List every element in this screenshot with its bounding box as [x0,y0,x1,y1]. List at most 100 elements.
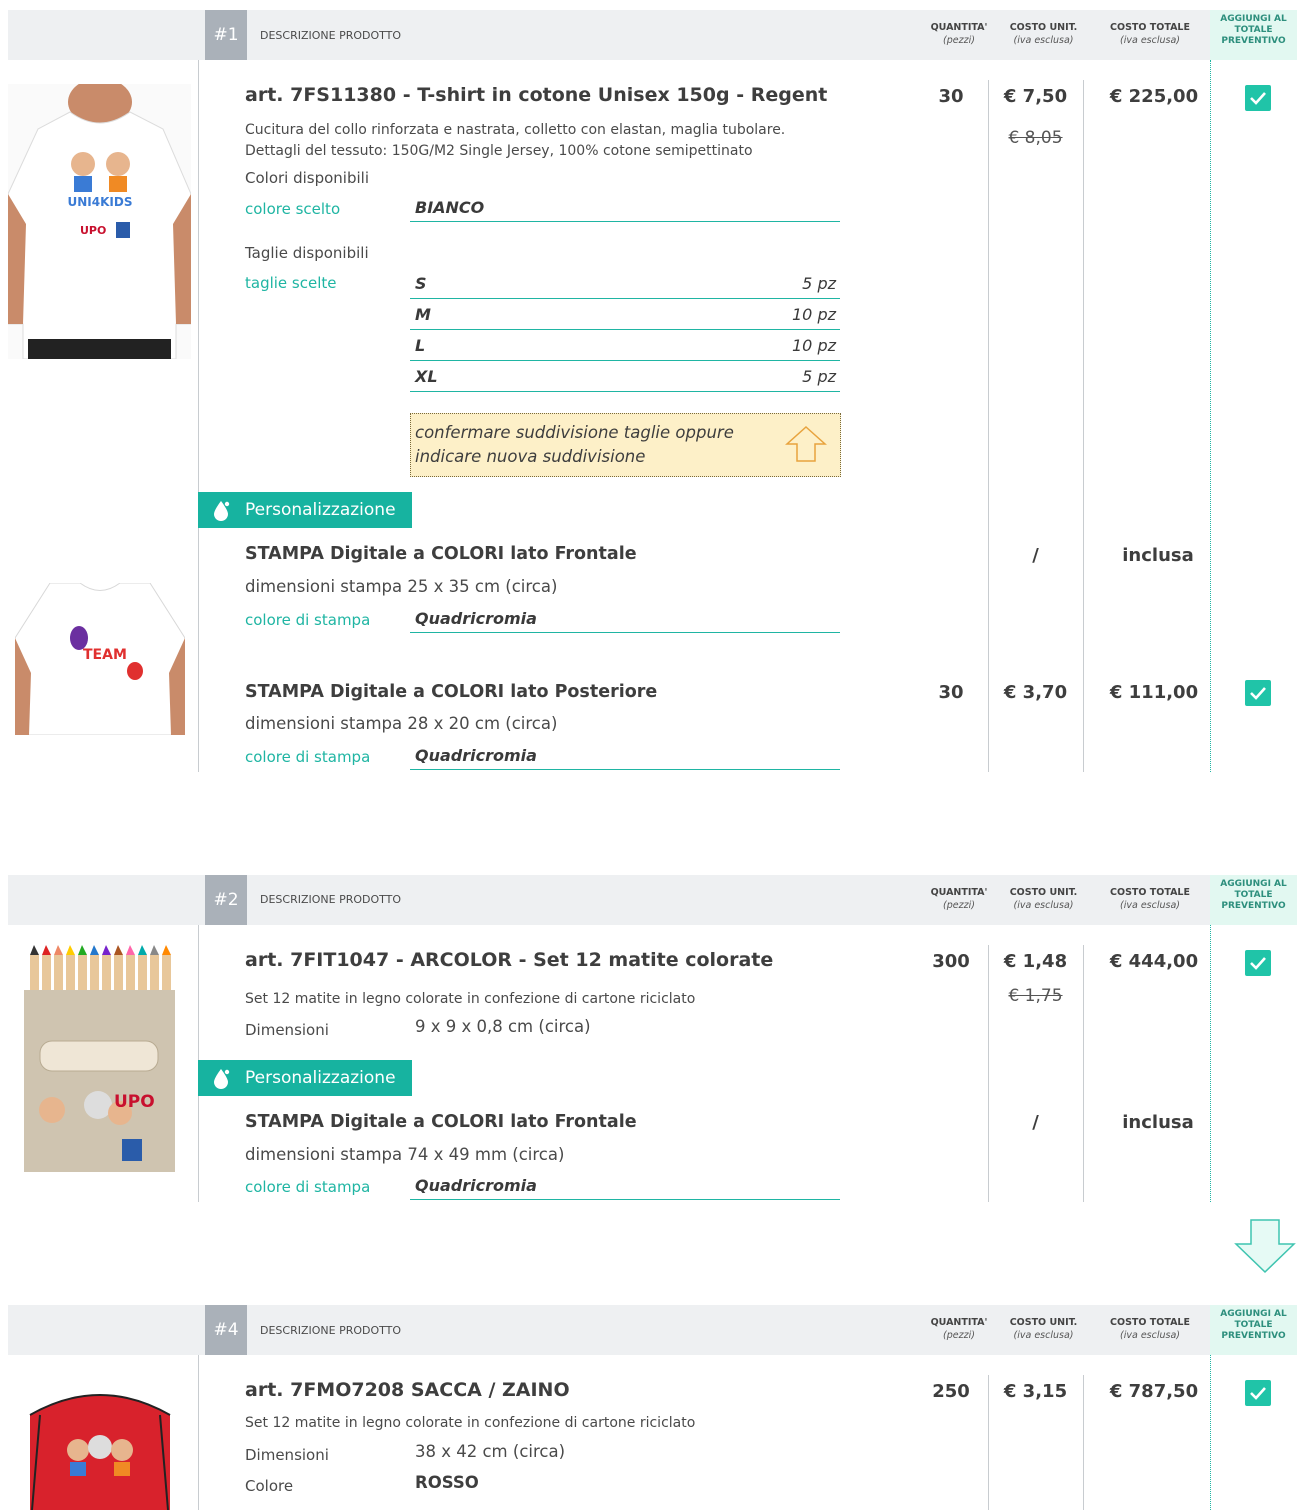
size-row[interactable]: L 10 pz [410,330,840,361]
dimensions-value: 9 x 9 x 0,8 cm (circa) [415,1017,591,1036]
product-description: Cucitura del collo rinforzata e nastrata… [245,122,786,138]
print-color-field[interactable]: Quadricromia [410,609,840,633]
print-dimensions: dimensioni stampa 25 x 35 cm (circa) [245,577,558,596]
product-title: art. 7FMO7208 SACCA / ZAINO [245,1379,570,1401]
quantity-value: 300 [932,951,970,972]
print-title: STAMPA Digitale a COLORI lato Frontale [245,544,637,564]
total-cost-value: € 787,50 [1109,1381,1199,1402]
quantity-value: 250 [932,1381,970,1402]
print-quantity: 30 [938,682,964,703]
header-add-to-quote: AGGIUNGI AL TOTALE PREVENTIVO [1210,1305,1297,1355]
product-number: #1 [205,10,247,60]
color-label: Colore [245,1477,294,1495]
product-1-header: #1 DESCRIZIONE PRODOTTO QUANTITA' (pezzi)… [8,10,1238,60]
divider [988,945,989,1202]
svg-text:UNI4KIDS: UNI4KIDS [68,195,133,209]
add-to-quote-checkbox[interactable] [1245,950,1271,976]
product-description: Dettagli del tessuto: 150G/M2 Single Jer… [245,143,753,159]
header-quantity: QUANTITA' (pezzi) [930,887,988,911]
add-to-quote-checkbox[interactable] [1245,680,1271,706]
header-unit-cost: COSTO UNIT. (iva esclusa) [1009,1317,1078,1341]
size-row[interactable]: S5 pz [410,268,840,299]
dimensions-label: Dimensioni [245,1446,329,1464]
divider [988,80,989,772]
svg-text:UPO: UPO [80,224,106,237]
header-total-cost: COSTO TOTALE (iva esclusa) [1110,887,1190,911]
chosen-color-label: colore scelto [245,200,341,218]
header-quantity: QUANTITA' (pezzi) [930,1317,988,1341]
drop-icon [214,501,230,521]
product-description: Set 12 matite in legno colorate in confe… [245,1415,696,1431]
product-title: art. 7FIT1047 - ARCOLOR - Set 12 matite … [245,949,774,971]
tshirt-back-image: TEAM [15,583,185,735]
unit-cost-value: € 1,48 [1003,951,1068,972]
print-unit-cost: / [1032,545,1039,566]
arrow-down-icon[interactable] [1234,1218,1296,1278]
header-description: DESCRIZIONE PRODOTTO [260,1324,402,1337]
quantity-value: 30 [938,86,964,107]
arrow-up-icon [784,424,828,471]
add-to-quote-checkbox[interactable] [1245,85,1271,111]
print-text: TEAM [83,647,127,663]
bag-image [20,1375,180,1510]
print-dimensions: dimensioni stampa 74 x 49 mm (circa) [245,1145,565,1164]
personalization-section-label: Personalizzazione [198,1060,412,1096]
print-unit-cost: € 3,70 [1003,682,1068,703]
header-add-to-quote: AGGIUNGI AL TOTALE PREVENTIVO [1210,10,1297,60]
color-value: ROSSO [415,1473,479,1492]
check-icon [1250,1387,1266,1400]
print-total-cost: inclusa [1122,545,1194,566]
size-row[interactable]: M 10 pz [410,299,840,330]
print-dimensions: dimensioni stampa 28 x 20 cm (circa) [245,714,558,733]
size-row[interactable]: XL 5 pz [410,361,840,392]
divider [1083,1375,1084,1510]
header-total-cost: COSTO TOTALE (iva esclusa) [1110,1317,1190,1341]
header-description: DESCRIZIONE PRODOTTO [260,893,402,906]
divider [1210,60,1211,772]
old-unit-cost: € 8,05 [1008,128,1063,148]
print-color-label: colore di stampa [245,1178,371,1196]
total-cost-value: € 444,00 [1109,951,1199,972]
check-icon [1250,92,1266,105]
divider [1210,1355,1211,1510]
size-confirmation-note[interactable]: confermare suddivisione taglie oppure in… [410,413,841,477]
pencils-box-image: UPO [22,945,177,1175]
print-total-cost: inclusa [1122,1112,1194,1133]
check-icon [1250,957,1266,970]
product-title: art. 7FS11380 - T-shirt in cotone Unisex… [245,84,828,106]
add-to-quote-checkbox[interactable] [1245,1380,1271,1406]
print-title: STAMPA Digitale a COLORI lato Posteriore [245,682,658,702]
product-number: #2 [205,875,247,925]
product-2-header: #2 DESCRIZIONE PRODOTTO QUANTITA' (pezzi)… [8,875,1238,925]
header-description: DESCRIZIONE PRODOTTO [260,29,402,42]
print-unit-cost: / [1032,1112,1039,1133]
header-unit-cost: COSTO UNIT. (iva esclusa) [1009,22,1078,46]
header-unit-cost: COSTO UNIT. (iva esclusa) [1009,887,1078,911]
chosen-color-field[interactable]: BIANCO [410,198,840,222]
tshirt-front-image: UNI4KIDS UPO [8,84,191,359]
total-cost-value: € 225,00 [1109,86,1199,107]
print-color-field[interactable]: Quadricromia [410,746,840,770]
colors-available-label: Colori disponibili [245,169,369,187]
print-title: STAMPA Digitale a COLORI lato Frontale [245,1112,637,1132]
old-unit-cost: € 1,75 [1008,986,1063,1006]
print-total-cost: € 111,00 [1109,682,1199,703]
divider [198,1355,199,1510]
drop-icon [214,1069,230,1089]
print-color-field[interactable]: Quadricromia [410,1176,840,1200]
personalization-section-label: Personalizzazione [198,492,412,528]
product-4-header: #4 DESCRIZIONE PRODOTTO QUANTITA' (pezzi)… [8,1305,1238,1355]
header-add-to-quote: AGGIUNGI AL TOTALE PREVENTIVO [1210,875,1297,925]
divider [198,60,199,772]
sizes-available-label: Taglie disponibili [245,244,369,262]
dimensions-value: 38 x 42 cm (circa) [415,1442,566,1461]
unit-cost-value: € 7,50 [1003,86,1068,107]
print-color-label: colore di stampa [245,611,371,629]
header-total-cost: COSTO TOTALE (iva esclusa) [1110,22,1190,46]
divider [1083,945,1084,1202]
header-quantity: QUANTITA' (pezzi) [930,22,988,46]
logo-text: UPO [114,1092,155,1112]
product-description: Set 12 matite in legno colorate in confe… [245,991,696,1007]
print-color-label: colore di stampa [245,748,371,766]
dimensions-label: Dimensioni [245,1021,329,1039]
